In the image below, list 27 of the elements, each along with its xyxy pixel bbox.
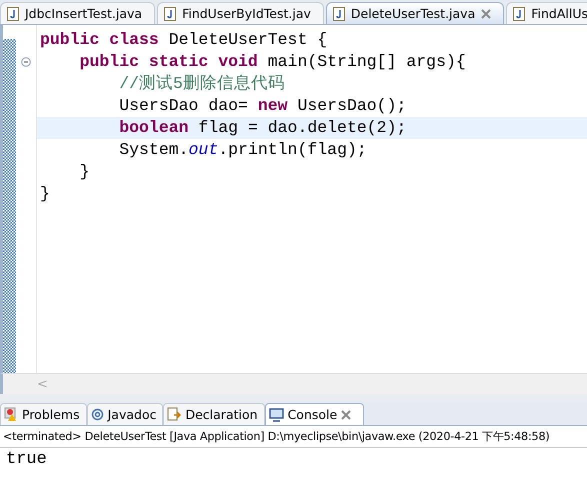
- at-icon: [90, 408, 104, 421]
- editor-tab[interactable]: DeleteUserTest.java: [326, 2, 504, 24]
- panel-tab[interactable]: Problems: [0, 403, 87, 425]
- panel-tab[interactable]: Declaration: [163, 403, 265, 425]
- monitor-icon: [268, 408, 284, 422]
- close-icon[interactable]: [481, 8, 492, 18]
- panel-tab[interactable]: Javadoc: [86, 403, 164, 425]
- code-line: }: [39, 183, 51, 205]
- declaration-icon: [167, 407, 182, 422]
- console-output: true: [6, 450, 47, 469]
- close-icon[interactable]: [341, 410, 352, 420]
- editor-tab[interactable]: FindUserByIdTest.jav: [157, 2, 324, 24]
- collapse-icon[interactable]: [21, 57, 31, 67]
- code-line: public static void main(String[] args){: [78, 51, 467, 73]
- panel-tab[interactable]: Console: [264, 403, 364, 425]
- code-line: UsersDao dao= new UsersDao();: [118, 95, 408, 117]
- editor-tab[interactable]: JdbcInsertTest.java: [0, 2, 156, 24]
- code-line: }: [78, 161, 91, 183]
- console-status: <terminated> DeleteUserTest [Java Application] D:\myeclipse\bin\javaw.exe (2020-4-21 下午5:48:58): [0, 426, 587, 448]
- java-file-icon: [164, 6, 176, 20]
- code-line: public class DeleteUserTest {: [39, 29, 328, 51]
- code-line: //测试5删除信息代码: [118, 73, 286, 95]
- java-file-icon: [332, 6, 345, 20]
- java-file-icon: [7, 6, 19, 20]
- java-file-icon: [513, 6, 526, 20]
- code-line: System.out.println(flag);: [118, 139, 368, 161]
- warning-icon: [4, 407, 18, 422]
